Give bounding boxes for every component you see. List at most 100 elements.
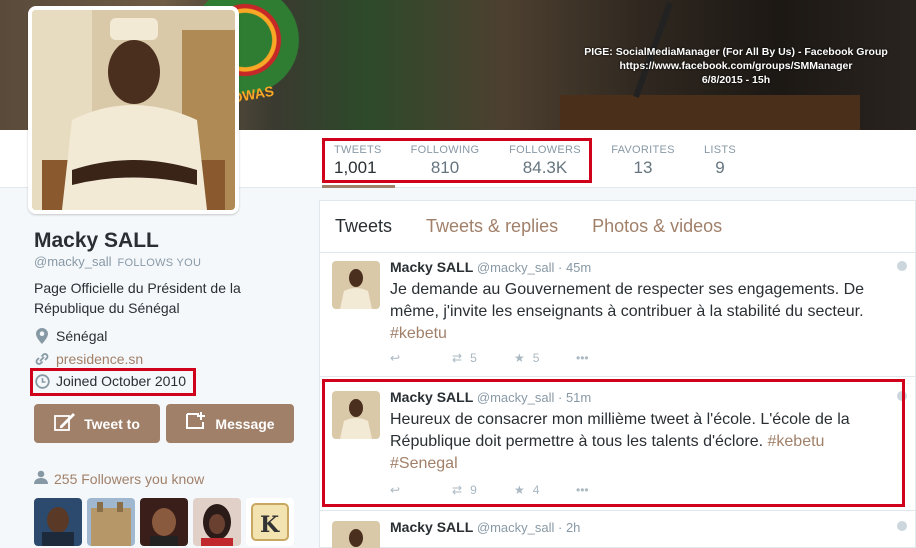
stat-favorites[interactable]: FAVORITES 13 <box>610 144 676 178</box>
tweet-time[interactable]: · 2h <box>558 520 580 535</box>
tweet-handle[interactable]: @macky_sall <box>477 520 555 535</box>
tweet-options-icon[interactable] <box>897 261 907 271</box>
follows-you-badge: FOLLOWS YOU <box>117 257 202 269</box>
message-button[interactable]: Message <box>166 404 294 443</box>
stat-tweets[interactable]: TWEETS 1,001 <box>334 144 382 178</box>
message-label: Message <box>215 415 275 432</box>
favorite-button[interactable]: ★ 5 <box>514 351 576 365</box>
clock-icon <box>34 373 50 389</box>
location-pin-icon <box>34 328 50 344</box>
profile-bio: Page Officielle du Président de la Répub… <box>34 280 241 316</box>
follower-avatar[interactable]: K <box>246 498 294 546</box>
person-icon <box>34 470 48 487</box>
message-icon <box>185 412 207 435</box>
tweet-options-icon[interactable] <box>897 521 907 531</box>
watermark-line-1: PIGE: SocialMediaManager (For All By Us)… <box>584 46 888 58</box>
follower-avatar[interactable] <box>193 498 241 546</box>
hashtag[interactable]: #Senegal <box>390 455 458 472</box>
tweet[interactable]: Macky SALL @macky_sall · 51m Heureux de … <box>320 383 916 511</box>
svg-text:K: K <box>260 512 280 538</box>
tweet-options-icon[interactable] <box>897 391 907 401</box>
stat-label: FAVORITES <box>611 144 675 156</box>
tweet-body: Je demande au Gouvernement de respecter … <box>390 281 865 320</box>
retweet-icon: ⇄ <box>452 483 463 497</box>
stat-value: 810 <box>430 158 460 177</box>
hashtag[interactable]: #kebetu <box>768 433 825 450</box>
reply-icon: ↩ <box>390 483 401 497</box>
reply-button[interactable]: ↩ <box>390 351 452 365</box>
retweet-count: 5 <box>470 351 477 365</box>
tweet-header: Macky SALL @macky_sall · 45m <box>390 259 591 275</box>
stat-label: LISTS <box>703 144 737 156</box>
follower-avatar[interactable] <box>140 498 188 546</box>
profile-name: Macky SALL <box>34 229 159 252</box>
tweet-actions: ↩ ⇄ 9 ★ 4 ••• <box>390 483 638 497</box>
tweet-avatar[interactable] <box>332 391 380 439</box>
tweet-actions: ↩ ⇄ 5 ★ 5 ••• <box>390 351 638 365</box>
tweet-author[interactable]: Macky SALL <box>390 259 473 275</box>
more-icon: ••• <box>576 483 589 497</box>
location-text: Sénégal <box>56 328 108 344</box>
website-link[interactable]: presidence.sn <box>56 351 143 367</box>
tweet-text: Heureux de consacrer mon millième tweet … <box>390 409 900 475</box>
profile-handle-row: @macky_sall FOLLOWS YOU <box>34 254 201 269</box>
tweet[interactable]: Macky SALL @macky_sall · 45m Je demande … <box>320 253 916 377</box>
tweet-text: Je demande au Gouvernement de respecter … <box>390 279 900 345</box>
active-stat-underline <box>322 185 395 188</box>
favorite-count: 5 <box>532 351 540 365</box>
stat-followers[interactable]: FOLLOWERS 84.3K <box>508 144 582 178</box>
followers-you-know-thumbnails: K <box>34 498 294 546</box>
reply-button[interactable]: ↩ <box>390 483 452 497</box>
tweet-author[interactable]: Macky SALL <box>390 519 473 535</box>
stat-value: 9 <box>715 158 725 177</box>
retweet-button[interactable]: ⇄ 5 <box>452 351 514 365</box>
stat-label: FOLLOWERS <box>509 144 581 156</box>
profile-handle[interactable]: @macky_sall <box>34 254 112 269</box>
tab-tweets[interactable]: Tweets <box>335 216 392 237</box>
tweet-time[interactable]: · 45m <box>558 260 591 275</box>
retweet-icon: ⇄ <box>452 351 463 365</box>
tab-photos-and-videos[interactable]: Photos & videos <box>592 216 722 237</box>
profile-avatar[interactable] <box>28 6 239 214</box>
compose-icon <box>54 412 76 435</box>
stat-value: 13 <box>633 158 653 177</box>
tweet-to-button[interactable]: Tweet to <box>34 404 160 443</box>
joined-text: Joined October 2010 <box>56 373 186 389</box>
hashtag[interactable]: #kebetu <box>390 325 447 342</box>
watermark: PIGE: SocialMediaManager (For All By Us)… <box>560 45 912 87</box>
tweet-to-label: Tweet to <box>84 415 140 432</box>
tweet-avatar[interactable] <box>332 261 380 309</box>
favorite-count: 4 <box>532 483 540 497</box>
more-button[interactable]: ••• <box>576 351 638 365</box>
tweet-author[interactable]: Macky SALL <box>390 389 473 405</box>
stat-lists[interactable]: LISTS 9 <box>702 144 738 178</box>
stat-following[interactable]: FOLLOWING 810 <box>410 144 480 178</box>
timeline-tabs: Tweets Tweets & replies Photos & videos <box>320 201 915 253</box>
tweet-handle[interactable]: @macky_sall <box>477 260 555 275</box>
tweet-header: Macky SALL @macky_sall · 2h <box>390 519 580 535</box>
retweet-button[interactable]: ⇄ 9 <box>452 483 514 497</box>
tweet-time[interactable]: · 51m <box>558 390 591 405</box>
profile-photo <box>32 10 235 210</box>
link-icon <box>34 351 50 367</box>
star-icon: ★ <box>514 483 525 497</box>
favorite-button[interactable]: ★ 4 <box>514 483 576 497</box>
tab-tweets-and-replies[interactable]: Tweets & replies <box>426 216 558 237</box>
profile-location: Sénégal <box>34 328 107 344</box>
followers-you-know[interactable]: 255 Followers you know <box>34 470 204 487</box>
more-button[interactable]: ••• <box>576 483 638 497</box>
stat-value: 84.3K <box>522 158 568 177</box>
follower-avatar[interactable] <box>34 498 82 546</box>
tweet-handle[interactable]: @macky_sall <box>477 390 555 405</box>
banner-podium <box>560 95 860 130</box>
followers-you-know-label: 255 Followers you know <box>54 470 205 487</box>
follower-avatar[interactable] <box>87 498 135 546</box>
profile-joined: Joined October 2010 <box>34 373 186 389</box>
timeline: Tweets Tweets & replies Photos & videos … <box>319 200 916 548</box>
watermark-line-2: https://www.facebook.com/groups/SMManage… <box>619 60 853 72</box>
tweet-avatar[interactable] <box>332 521 380 548</box>
stat-value: 1,001 <box>334 158 377 177</box>
retweet-count: 9 <box>470 483 477 497</box>
tweet[interactable]: Macky SALL @macky_sall · 2h <box>320 513 916 548</box>
star-icon: ★ <box>514 351 525 365</box>
